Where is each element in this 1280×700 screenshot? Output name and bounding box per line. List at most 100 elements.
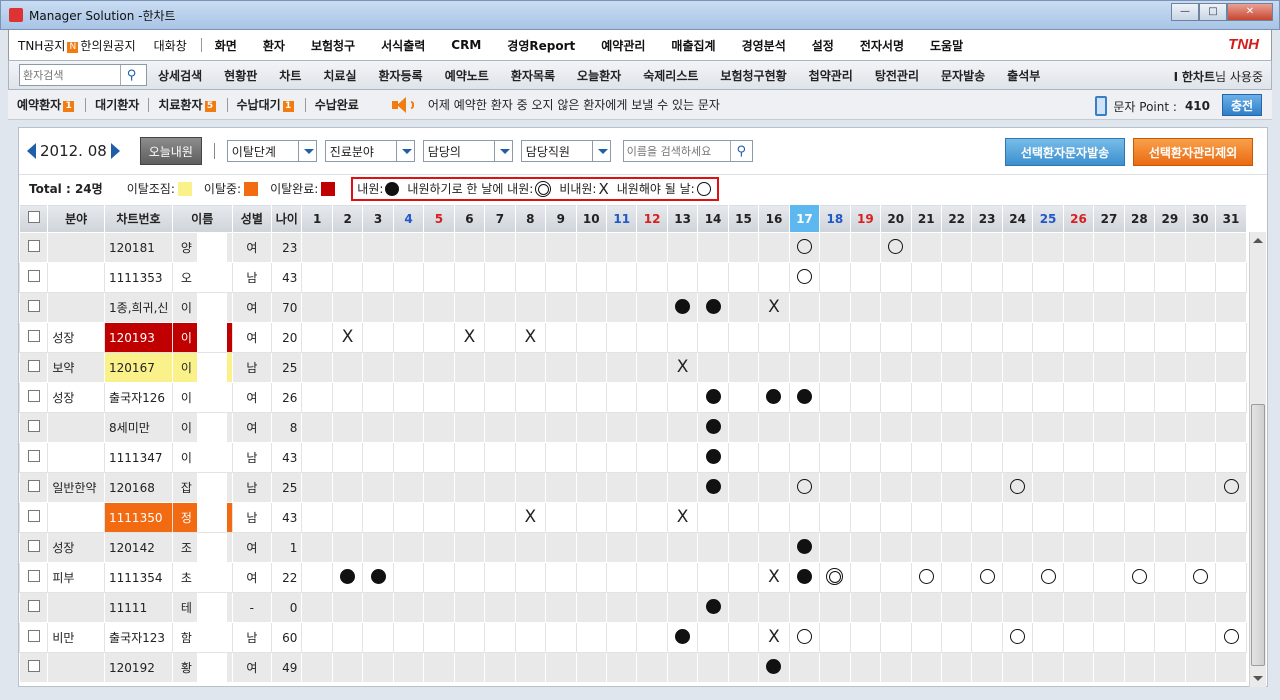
day-cell[interactable] — [1062, 262, 1095, 293]
day-cell[interactable] — [453, 592, 486, 623]
menu-sales[interactable]: 매출집계 — [658, 37, 728, 54]
day-cell[interactable] — [331, 652, 364, 683]
day-cell[interactable] — [1001, 352, 1034, 383]
day-cell[interactable] — [666, 532, 699, 563]
day-cell[interactable] — [1123, 352, 1156, 383]
day-cell[interactable] — [971, 262, 1003, 293]
day-cell[interactable] — [1032, 502, 1064, 533]
day-cell[interactable] — [301, 442, 333, 473]
day-cell[interactable] — [301, 232, 333, 263]
day-cell[interactable] — [636, 412, 668, 443]
day-cell[interactable] — [1001, 442, 1034, 473]
table-row[interactable]: 성장 출국자126 이 여 26 — [18, 382, 1247, 413]
day-cell[interactable] — [697, 292, 729, 323]
day-cell[interactable] — [910, 502, 942, 533]
day-cell[interactable] — [788, 262, 821, 293]
day-cell[interactable] — [880, 442, 912, 473]
close-button[interactable]: ✕ — [1227, 3, 1273, 21]
day-cell[interactable] — [1093, 592, 1125, 623]
day-cell[interactable] — [1062, 472, 1095, 503]
day-cell[interactable] — [484, 652, 516, 683]
day-cell[interactable] — [1062, 322, 1095, 353]
table-row[interactable]: 120181 양 여 23 — [18, 232, 1247, 263]
menu-help[interactable]: 도움말 — [917, 37, 976, 54]
day-cell[interactable] — [331, 532, 364, 563]
day-cell[interactable] — [331, 562, 364, 593]
day-cell[interactable] — [788, 652, 821, 683]
day-cell[interactable] — [1154, 262, 1186, 293]
day-cell[interactable] — [940, 292, 973, 323]
row-checkbox[interactable] — [27, 600, 40, 612]
day-cell[interactable] — [484, 352, 516, 383]
day-cell[interactable] — [697, 562, 729, 593]
day-cell[interactable] — [1062, 502, 1095, 533]
day-cell[interactable] — [880, 322, 912, 353]
row-checkbox[interactable] — [27, 450, 40, 462]
day-cell[interactable] — [1062, 652, 1095, 683]
day-cell[interactable] — [1184, 502, 1217, 533]
day-cell[interactable] — [392, 622, 425, 653]
day-cell[interactable] — [666, 322, 699, 353]
day-cell[interactable] — [392, 502, 425, 533]
day-cell[interactable] — [453, 532, 486, 563]
dropdown-staff[interactable]: 담당직원 — [520, 140, 611, 162]
day-cell[interactable] — [1154, 532, 1186, 563]
tab-reserved-patients[interactable]: 예약환자 1 — [8, 96, 85, 113]
day-cell[interactable] — [1032, 532, 1064, 563]
day-cell[interactable] — [605, 352, 638, 383]
day-cell[interactable] — [1093, 412, 1125, 443]
day-cell[interactable] — [788, 232, 821, 263]
day-cell[interactable] — [1001, 502, 1034, 533]
tab-payment-waiting[interactable]: 수납대기 1 — [228, 96, 305, 113]
tab-treatment-patients[interactable]: 치료환자 5 — [149, 96, 226, 113]
day-cell[interactable] — [331, 352, 364, 383]
day-cell[interactable] — [514, 532, 547, 563]
day-cell[interactable] — [514, 442, 547, 473]
day-cell[interactable] — [788, 382, 821, 413]
day-cell[interactable] — [1032, 442, 1064, 473]
day-cell[interactable] — [453, 262, 486, 293]
day-cell[interactable] — [484, 622, 516, 653]
table-row[interactable]: 1111350 정 남 43 X X — [18, 502, 1247, 533]
day-cell[interactable] — [453, 292, 486, 323]
day-cell[interactable] — [758, 592, 790, 623]
table-row[interactable]: 성장 120193 이 여 20 X X X — [18, 322, 1247, 353]
day-cell[interactable] — [1215, 652, 1247, 683]
day-cell[interactable] — [453, 382, 486, 413]
row-checkbox[interactable] — [27, 300, 40, 312]
day-cell[interactable] — [697, 532, 729, 563]
day-cell[interactable] — [727, 532, 760, 563]
day-cell[interactable] — [301, 382, 333, 413]
day-cell[interactable] — [1123, 622, 1156, 653]
day-cell[interactable] — [1154, 562, 1186, 593]
day-cell[interactable] — [849, 322, 882, 353]
day-cell[interactable] — [423, 352, 455, 383]
submenu-herbal-mgmt[interactable]: 첩약관리 — [798, 67, 864, 84]
day-cell[interactable] — [575, 442, 607, 473]
day-cell[interactable] — [1154, 592, 1186, 623]
day-cell[interactable] — [1184, 562, 1217, 593]
day-cell[interactable] — [1001, 292, 1034, 323]
day-cell[interactable] — [971, 652, 1003, 683]
day-cell[interactable] — [880, 532, 912, 563]
submenu-dashboard[interactable]: 현황판 — [213, 67, 268, 84]
day-cell[interactable] — [301, 622, 333, 653]
day-cell[interactable] — [1001, 472, 1034, 503]
day-cell[interactable] — [849, 562, 882, 593]
day-cell[interactable] — [1215, 292, 1247, 323]
day-cell[interactable] — [971, 442, 1003, 473]
day-cell[interactable] — [545, 652, 577, 683]
day-cell[interactable] — [910, 532, 942, 563]
day-cell[interactable] — [697, 622, 729, 653]
day-cell[interactable] — [1062, 232, 1095, 263]
day-cell[interactable] — [666, 262, 699, 293]
day-cell[interactable] — [362, 562, 394, 593]
submenu-homework-list[interactable]: 숙제리스트 — [632, 67, 709, 84]
day-cell[interactable] — [1032, 262, 1064, 293]
day-cell[interactable] — [331, 622, 364, 653]
day-cell[interactable] — [575, 412, 607, 443]
day-cell[interactable] — [545, 262, 577, 293]
day-cell[interactable] — [1184, 292, 1217, 323]
row-checkbox[interactable] — [27, 540, 40, 552]
day-cell[interactable] — [849, 622, 882, 653]
